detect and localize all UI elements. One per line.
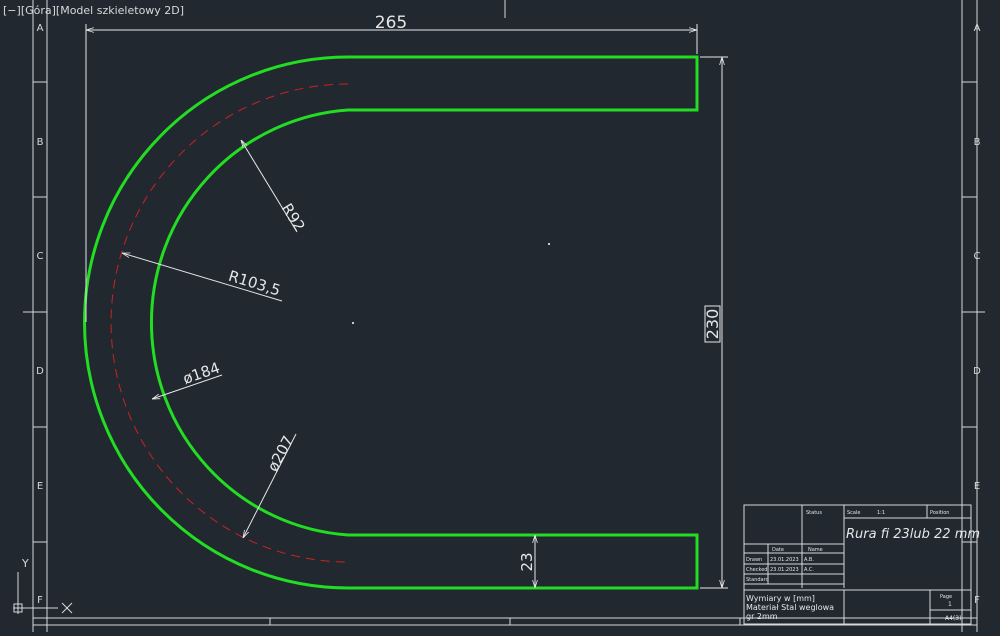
dimension-height-label: 230 [703, 309, 722, 340]
zone-label: F [974, 595, 980, 606]
diameter-outer-label: ø207 [264, 433, 298, 475]
title-block-title: Rura fi 23lub 22 mm [846, 527, 980, 542]
radius-center-label: R103,5 [226, 267, 282, 300]
zone-label: E [974, 481, 980, 492]
viewport-minimize-control[interactable]: [−] [3, 4, 21, 17]
diameter-inner-label: ø184 [181, 359, 223, 388]
ucs-icon [13, 572, 73, 614]
tb-checked-date: 23.01.2023 [770, 567, 799, 573]
tb-name-header: Name [808, 547, 823, 553]
centering-marks [23, 0, 985, 313]
view-cube-menu[interactable]: [Góra] [21, 4, 56, 17]
tb-note: Wymiary w [mm] [746, 594, 815, 603]
radius-inner-label: R92 [278, 200, 309, 235]
zone-label: C [974, 251, 981, 262]
zone-label: D [973, 366, 981, 377]
tb-row-checked: Checked [746, 567, 767, 573]
zone-label: E [37, 481, 43, 492]
zone-label: B [974, 137, 981, 148]
visual-style-menu[interactable]: [Model szkieletowy 2D] [56, 4, 184, 17]
tb-status-header: Status [806, 510, 822, 516]
tb-scale-value: 1:1 [877, 510, 885, 516]
title-block-notes: Wymiary w [mm] Materiał Stal weglowa gr … [746, 594, 834, 621]
tb-checked-name: A.C. [804, 567, 814, 573]
dimension-width[interactable] [85, 24, 698, 322]
drawing-canvas[interactable]: A B C D E F A B C D E F 265 230 R92 R103… [0, 0, 1000, 632]
tb-note: gr 2mm [746, 612, 778, 621]
zone-label: F [37, 595, 43, 606]
zone-label: A [974, 23, 981, 34]
viewport-controls: [−][Góra][Model szkieletowy 2D] [3, 4, 184, 17]
ucs-y-label: Y [21, 557, 29, 570]
tb-drawn-date: 23.01.2023 [770, 557, 799, 563]
dimension-tube-width-label: 23 [518, 552, 536, 571]
tb-date-header: Date [772, 547, 784, 553]
zone-label: B [37, 137, 44, 148]
tb-position-header: Position [930, 510, 949, 516]
tb-row-drawn: Drawn [746, 557, 762, 563]
tb-page-label: Page [940, 594, 952, 600]
tb-page-number: 1 [948, 601, 952, 608]
zone-label: C [37, 251, 44, 262]
u-tube-outline[interactable] [83, 55, 699, 590]
tb-scale-header: Scale [847, 510, 860, 516]
tb-sheet-format: A4(3) [945, 615, 961, 622]
zone-label: D [36, 366, 44, 377]
tb-note: Materiał Stal weglowa [746, 603, 834, 612]
tb-drawn-name: A.B. [804, 557, 814, 563]
tb-row-standard: Standard [746, 577, 769, 583]
dimension-width-label: 265 [375, 13, 407, 33]
outer-contour [83, 55, 699, 590]
point-markers [352, 243, 550, 324]
zone-label: A [37, 23, 44, 34]
drawing-frame [23, 0, 985, 632]
zone-labels-left: A B C D E F [36, 23, 44, 606]
